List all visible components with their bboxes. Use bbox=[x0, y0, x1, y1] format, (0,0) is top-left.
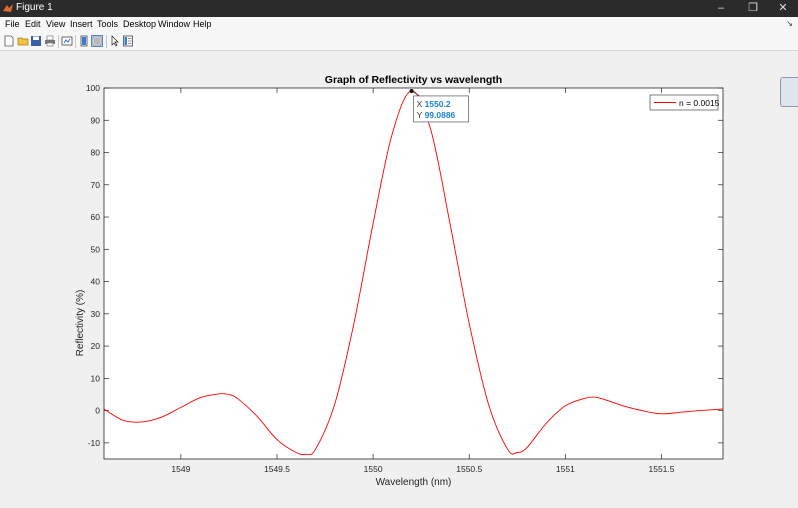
restore-button[interactable]: ❐ bbox=[737, 0, 769, 17]
figure-palette-handle[interactable] bbox=[780, 77, 798, 107]
y-tick-label: 40 bbox=[91, 277, 101, 287]
legend[interactable]: n = 0.0015 bbox=[649, 94, 720, 111]
menu-file[interactable]: File bbox=[5, 19, 20, 29]
x-tick-label: 1550.5 bbox=[456, 464, 482, 474]
x-tick-label: 1549.5 bbox=[264, 464, 290, 474]
menu-bar: File Edit View Insert Tools Desktop Wind… bbox=[0, 17, 798, 33]
window-titlebar: Figure 1 – ❐ ✕ bbox=[0, 0, 798, 17]
window-title: Figure 1 bbox=[16, 2, 53, 13]
save-icon[interactable] bbox=[30, 35, 42, 47]
y-tick-label: 20 bbox=[91, 341, 101, 351]
data-tip-y-value: 99.0886 bbox=[425, 110, 456, 120]
y-tick-label: 0 bbox=[95, 406, 100, 416]
close-button[interactable]: ✕ bbox=[767, 0, 798, 17]
y-tick-label: 70 bbox=[91, 180, 101, 190]
data-tip-x-label: X bbox=[417, 99, 423, 109]
y-tick-label: 100 bbox=[86, 83, 100, 93]
data-tip-y-label: Y bbox=[417, 110, 423, 120]
link-plot-icon[interactable] bbox=[61, 35, 73, 47]
axes-box bbox=[103, 87, 724, 460]
menu-edit[interactable]: Edit bbox=[25, 19, 41, 29]
menu-help[interactable]: Help bbox=[193, 19, 212, 29]
menu-insert[interactable]: Insert bbox=[70, 19, 93, 29]
toolbar-separator bbox=[58, 35, 59, 48]
y-tick-label: 30 bbox=[91, 309, 101, 319]
x-tick-label: 1549 bbox=[171, 464, 190, 474]
data-tip-marker bbox=[409, 88, 414, 93]
new-figure-icon[interactable] bbox=[3, 35, 15, 47]
expand-toolstrip-icon[interactable]: ↘ bbox=[786, 19, 793, 28]
property-inspector-icon[interactable] bbox=[122, 35, 134, 47]
colorbar-icon[interactable] bbox=[78, 35, 90, 47]
x-tick-label: 1551 bbox=[556, 464, 575, 474]
matlab-icon bbox=[3, 4, 13, 12]
x-tick-label: 1551.5 bbox=[648, 464, 674, 474]
pointer-icon[interactable] bbox=[109, 35, 121, 47]
reflectivity-chart[interactable]: Graph of Reflectivity vs wavelength Wave… bbox=[0, 51, 798, 503]
y-tick-label: 50 bbox=[91, 244, 101, 254]
y-tick-label: 80 bbox=[91, 148, 101, 158]
legend-entry: n = 0.0015 bbox=[679, 98, 720, 108]
y-tick-label: 90 bbox=[91, 115, 101, 125]
figure-canvas: Graph of Reflectivity vs wavelength Wave… bbox=[0, 51, 798, 503]
toolbar-separator bbox=[106, 35, 107, 48]
y-tick-label: -10 bbox=[88, 438, 101, 448]
y-axis-label: Reflectivity (%) bbox=[75, 290, 86, 357]
menu-window[interactable]: Window bbox=[158, 19, 190, 29]
x-axis-label: Wavelength (nm) bbox=[376, 477, 452, 488]
menu-desktop[interactable]: Desktop bbox=[123, 19, 156, 29]
toolbar-separator bbox=[75, 35, 76, 48]
x-tick-label: 1550 bbox=[364, 464, 383, 474]
chart-title: Graph of Reflectivity vs wavelength bbox=[325, 74, 502, 86]
menu-view[interactable]: View bbox=[46, 19, 65, 29]
data-tip-x-value: 1550.2 bbox=[425, 99, 451, 109]
open-file-icon[interactable] bbox=[17, 35, 29, 47]
legend-icon[interactable] bbox=[91, 35, 103, 47]
figure-toolbar bbox=[0, 33, 798, 51]
menu-tools[interactable]: Tools bbox=[97, 19, 118, 29]
y-tick-label: 10 bbox=[91, 373, 101, 383]
y-tick-label: 60 bbox=[91, 212, 101, 222]
minimize-button[interactable]: – bbox=[705, 0, 737, 17]
print-icon[interactable] bbox=[44, 35, 56, 47]
